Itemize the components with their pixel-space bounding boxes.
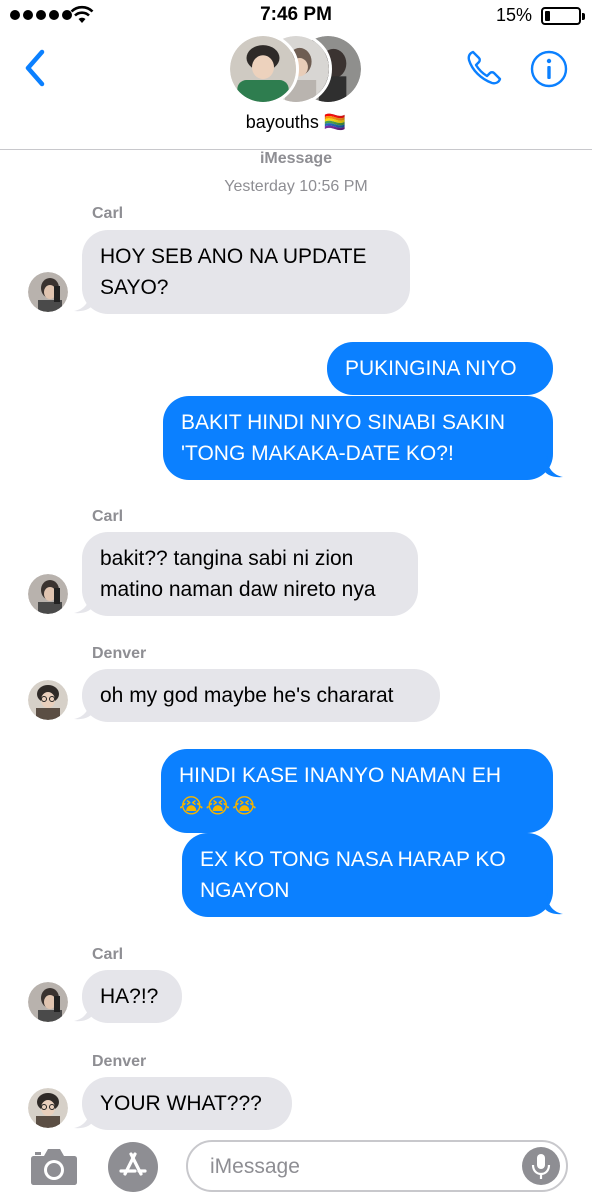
sender-avatar[interactable] — [28, 272, 68, 312]
outgoing-message[interactable]: HINDI KASE INANYO NAMAN EH 😭😭😭 — [161, 749, 553, 833]
sender-name: Denver — [92, 1053, 147, 1070]
incoming-message[interactable]: YOUR WHAT??? — [82, 1077, 292, 1130]
status-bar: 7:46 PM 15% — [0, 0, 592, 34]
member-avatar — [227, 33, 299, 105]
sender-avatar[interactable] — [28, 680, 68, 720]
group-avatar-stack[interactable] — [222, 33, 372, 105]
sender-avatar[interactable] — [28, 1088, 68, 1128]
sender-name: Carl — [92, 508, 124, 525]
sender-name: Carl — [92, 205, 124, 222]
bubble-tail — [543, 456, 563, 478]
battery-icon — [541, 7, 585, 25]
info-icon[interactable] — [530, 50, 568, 88]
group-name[interactable]: bayouths 🏳️‍🌈 — [0, 112, 592, 133]
outgoing-message[interactable]: BAKIT HINDI NIYO SINABI SAKIN 'TONG MAKA… — [163, 396, 553, 480]
microphone-icon[interactable] — [522, 1147, 560, 1185]
bubble-tail — [74, 1107, 94, 1129]
thread-timestamp: Yesterday 10:56 PM — [224, 178, 368, 195]
bubble-tail — [74, 290, 94, 312]
conversation-header: bayouths 🏳️‍🌈 — [0, 33, 592, 150]
message-text: HINDI KASE INANYO NAMAN EH — [179, 764, 502, 787]
app-store-icon[interactable] — [108, 1142, 158, 1192]
outgoing-message[interactable]: PUKINGINA NIYO — [327, 342, 553, 395]
service-label: iMessage — [259, 150, 333, 167]
sender-avatar[interactable] — [28, 574, 68, 614]
imessage-input[interactable]: iMessage — [186, 1140, 568, 1192]
incoming-message[interactable]: HOY SEB ANO NA UPDATE SAYO? — [82, 230, 410, 314]
message-input-bar: iMessage — [0, 1130, 592, 1200]
sender-name: Denver — [92, 645, 147, 662]
bubble-tail — [74, 592, 94, 614]
camera-icon[interactable] — [30, 1144, 78, 1188]
chevron-left-icon[interactable] — [18, 46, 54, 90]
bubble-tail — [74, 1000, 94, 1022]
bubble-tail — [74, 698, 94, 720]
incoming-message[interactable]: oh my god maybe he's chararat — [82, 669, 440, 722]
sender-avatar[interactable] — [28, 982, 68, 1022]
bubble-tail — [543, 893, 563, 915]
crying-emoji: 😭😭😭 — [179, 794, 259, 818]
battery-percentage: 15% — [495, 5, 532, 25]
input-placeholder: iMessage — [210, 1155, 300, 1178]
incoming-message[interactable]: HA?!? — [82, 970, 182, 1023]
outgoing-message[interactable]: EX KO TONG NASA HARAP KO NGAYON — [182, 833, 553, 917]
sender-name: Carl — [92, 946, 124, 963]
incoming-message[interactable]: bakit?? tangina sabi ni zion matino nama… — [82, 532, 418, 616]
phone-icon[interactable] — [464, 48, 504, 88]
